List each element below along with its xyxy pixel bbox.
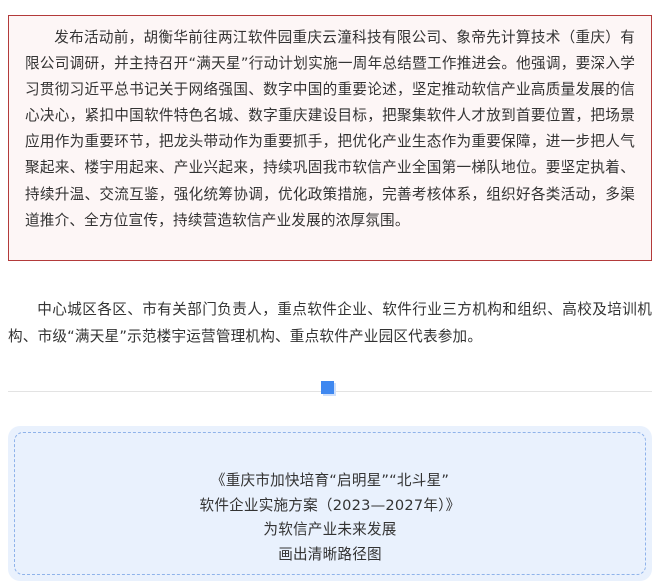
activity-paragraph: 发布活动前，胡衡华前往两江软件园重庆云潼科技有限公司、象帝先计算技术（重庆）有限… bbox=[25, 29, 635, 229]
plan-title-dashed-frame: 《重庆市加快培育“启明星”“北斗星” 软件企业实施方案（2023—2027年）》… bbox=[14, 432, 646, 575]
plan-subtitle-line-1: 为软信产业未来发展 bbox=[263, 521, 397, 538]
plan-title-line-1: 《重庆市加快培育“启明星”“北斗星” bbox=[210, 472, 450, 489]
plan-title-line-2: 软件企业实施方案（2023—2027年）》 bbox=[199, 496, 461, 514]
plan-title-card: 《重庆市加快培育“启明星”“北斗星” 软件企业实施方案（2023—2027年）》… bbox=[8, 426, 652, 581]
plan-subtitle-line-2: 画出清晰路径图 bbox=[278, 545, 382, 563]
blue-square-icon bbox=[321, 381, 334, 394]
attendees-paragraph: 中心城区各区、市有关部门负责人，重点软件企业、软件行业三方机构和组织、高校及培训… bbox=[8, 301, 652, 345]
activity-highlight-box: 发布活动前，胡衡华前往两江软件园重庆云潼科技有限公司、象帝先计算技术（重庆）有限… bbox=[8, 15, 652, 261]
